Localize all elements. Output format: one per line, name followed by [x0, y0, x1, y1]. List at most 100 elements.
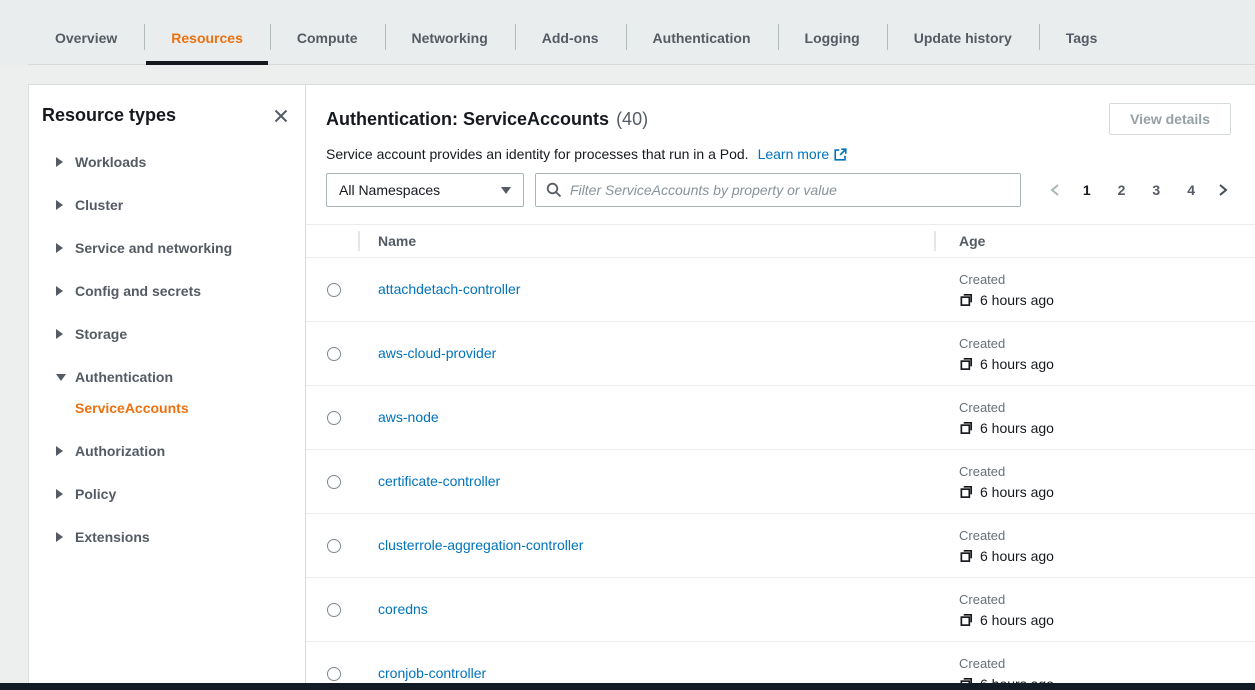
name-column-header: Name	[361, 225, 937, 257]
tree-item-policy[interactable]: Policy	[56, 486, 291, 502]
resource-count: (40)	[616, 109, 648, 130]
age-value: 6 hours ago	[980, 612, 1054, 628]
resource-link[interactable]: cronjob-controller	[378, 665, 486, 681]
age-value: 6 hours ago	[980, 548, 1054, 564]
resource-link[interactable]: aws-cloud-provider	[378, 345, 496, 361]
serviceaccounts-table: Name Age attachdetach-controller Created	[306, 224, 1255, 683]
resource-link[interactable]: coredns	[378, 601, 428, 617]
tab-logging[interactable]: Logging	[778, 0, 887, 65]
resource-link[interactable]: attachdetach-controller	[378, 281, 520, 297]
tree-item-serviceaccounts[interactable]: ServiceAccounts	[75, 400, 291, 416]
tree-item-authorization[interactable]: Authorization	[56, 443, 291, 459]
pagination: 1 2 3 4	[1047, 178, 1231, 202]
copy-button[interactable]	[959, 292, 974, 307]
row-radio[interactable]	[327, 347, 341, 361]
tree-item-cluster[interactable]: Cluster	[56, 197, 291, 213]
copy-button[interactable]	[959, 356, 974, 371]
age-cell: Created 6 hours ago	[937, 528, 1255, 564]
copy-icon	[959, 548, 974, 563]
tab-add-ons[interactable]: Add-ons	[515, 0, 626, 65]
chevron-right-icon	[56, 532, 63, 542]
chevron-down-icon	[501, 187, 511, 194]
page-button-3[interactable]: 3	[1145, 178, 1167, 202]
selection-column-header	[306, 225, 361, 257]
panel-description: Service account provides an identity for…	[326, 146, 1255, 162]
chevron-right-icon	[56, 446, 63, 456]
search-icon	[546, 182, 562, 198]
age-value: 6 hours ago	[980, 420, 1054, 436]
copy-icon	[959, 292, 974, 307]
resource-types-header: Resource types	[42, 105, 291, 126]
created-label: Created	[959, 400, 1255, 415]
tab-tags[interactable]: Tags	[1039, 0, 1125, 65]
copy-button[interactable]	[959, 484, 974, 499]
copy-button[interactable]	[959, 548, 974, 563]
resource-link[interactable]: certificate-controller	[378, 473, 500, 489]
row-radio[interactable]	[327, 411, 341, 425]
page-button-4[interactable]: 4	[1180, 178, 1202, 202]
row-radio[interactable]	[327, 283, 341, 297]
tab-resources[interactable]: Resources	[144, 0, 270, 65]
serviceaccounts-panel: Authentication: ServiceAccounts (40) Vie…	[306, 85, 1255, 683]
tree-item-label: Authentication	[75, 369, 173, 385]
page-button-1[interactable]: 1	[1076, 178, 1098, 202]
page-title: Authentication: ServiceAccounts	[326, 109, 609, 130]
close-panel-button[interactable]	[271, 106, 291, 126]
tree-item-extensions[interactable]: Extensions	[56, 529, 291, 545]
age-value: 6 hours ago	[980, 484, 1054, 500]
chevron-right-icon	[56, 329, 63, 339]
tree-item-label: Workloads	[75, 154, 146, 170]
tab-networking[interactable]: Networking	[385, 0, 515, 65]
age-value: 6 hours ago	[980, 676, 1054, 684]
copy-icon	[959, 484, 974, 499]
table-row: cronjob-controller Created 6 hours ago	[306, 642, 1255, 683]
row-radio[interactable]	[327, 667, 341, 681]
tree-item-authentication[interactable]: Authentication	[56, 369, 291, 385]
chevron-left-icon	[1049, 183, 1061, 197]
copy-icon	[959, 612, 974, 627]
namespace-dropdown[interactable]: All Namespaces	[326, 173, 524, 207]
copy-button[interactable]	[959, 676, 974, 683]
description-text: Service account provides an identity for…	[326, 146, 749, 162]
next-page-button[interactable]	[1215, 179, 1231, 201]
tab-authentication[interactable]: Authentication	[626, 0, 778, 65]
tree-item-label: Storage	[75, 326, 127, 342]
chevron-right-icon	[56, 489, 63, 499]
age-cell: Created 6 hours ago	[937, 336, 1255, 372]
tree-item-workloads[interactable]: Workloads	[56, 154, 291, 170]
created-label: Created	[959, 464, 1255, 479]
tree-item-service-and-networking[interactable]: Service and networking	[56, 240, 291, 256]
filter-controls: All Namespaces 1 2 3 4	[326, 173, 1255, 207]
tab-compute[interactable]: Compute	[270, 0, 385, 65]
chevron-right-icon	[56, 286, 63, 296]
table-row: aws-node Created 6 hours ago	[306, 386, 1255, 450]
table-row: attachdetach-controller Created 6 hours …	[306, 258, 1255, 322]
resource-link[interactable]: clusterrole-aggregation-controller	[378, 537, 583, 553]
row-radio[interactable]	[327, 475, 341, 489]
bottom-edge-bar	[0, 683, 1255, 690]
created-label: Created	[959, 272, 1255, 287]
view-details-button[interactable]: View details	[1109, 103, 1231, 135]
search-input[interactable]	[570, 182, 1010, 198]
tree-item-storage[interactable]: Storage	[56, 326, 291, 342]
previous-page-button[interactable]	[1047, 179, 1063, 201]
row-radio[interactable]	[327, 603, 341, 617]
age-cell: Created 6 hours ago	[937, 592, 1255, 628]
tree-item-config-and-secrets[interactable]: Config and secrets	[56, 283, 291, 299]
copy-button[interactable]	[959, 420, 974, 435]
age-cell: Created 6 hours ago	[937, 464, 1255, 500]
search-box	[535, 173, 1021, 207]
close-icon	[273, 108, 289, 124]
copy-icon	[959, 420, 974, 435]
learn-more-label: Learn more	[758, 146, 830, 162]
chevron-right-icon	[56, 200, 63, 210]
tab-update-history[interactable]: Update history	[887, 0, 1039, 65]
external-link-icon	[834, 148, 847, 161]
resources-card: Resource types Workloads Cluster Service…	[28, 84, 1255, 683]
copy-button[interactable]	[959, 612, 974, 627]
tab-overview[interactable]: Overview	[28, 0, 144, 65]
row-radio[interactable]	[327, 539, 341, 553]
learn-more-link[interactable]: Learn more	[758, 146, 848, 162]
page-button-2[interactable]: 2	[1111, 178, 1133, 202]
resource-link[interactable]: aws-node	[378, 409, 439, 425]
